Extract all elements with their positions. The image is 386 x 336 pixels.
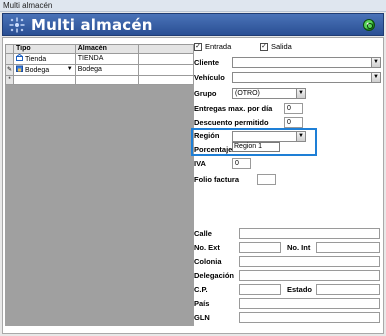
pais-label: País [194,299,210,308]
window-titlebar: Multi almacén [0,0,386,12]
power-status-icon[interactable] [363,19,375,31]
descuento-input[interactable]: 0 [284,117,303,128]
calle-label: Calle [194,229,212,238]
salida-label: Salida [271,42,292,51]
no-ext-label: No. Ext [194,243,220,252]
no-int-input[interactable] [316,242,380,253]
row-selector-editing[interactable]: ✎ [5,64,14,76]
cell-tipo[interactable]: Bodega ▼ [12,64,76,76]
vehiculo-label: Vehículo [194,73,225,82]
grupo-value: (OTRO) [235,90,260,97]
cliente-select[interactable]: ▼ [232,57,381,68]
warehouse-grid: Tipo Almacén Tienda TIENDA ✎ Bodega ▼ Bo… [5,44,194,326]
column-header-almacen[interactable]: Almacén [74,44,140,54]
chevron-down-icon[interactable]: ▼ [296,89,305,98]
chevron-down-icon[interactable]: ▼ [371,58,380,67]
table-row[interactable]: Tienda TIENDA [5,53,194,65]
gln-label: GLN [194,313,210,322]
cp-input[interactable] [239,284,281,295]
no-ext-input[interactable] [239,242,281,253]
entrada-checkbox[interactable]: ✓ [194,43,202,51]
folio-input[interactable] [257,174,276,185]
store-icon [15,54,24,64]
cell-tipo-text: Bodega [24,66,50,74]
cell-blank [138,64,194,76]
column-header-tipo[interactable]: Tipo [12,44,76,54]
window-title: Multi almacén [3,1,53,10]
folio-label: Folio factura [194,175,240,184]
iva-label: IVA [194,159,206,168]
grupo-select[interactable]: (OTRO) ▼ [232,88,306,99]
estado-input[interactable] [316,284,380,295]
vehiculo-select[interactable]: ▼ [232,72,381,83]
cell-almacen[interactable] [74,75,140,85]
calle-input[interactable] [239,228,380,239]
column-header-blank [138,44,194,54]
entrada-label: Entrada [205,42,232,51]
warehouse-table: Tipo Almacén Tienda TIENDA ✎ Bodega ▼ Bo… [5,44,194,85]
cell-tipo[interactable] [12,75,76,85]
pais-input[interactable] [239,298,380,309]
chevron-down-icon[interactable]: ▼ [371,73,380,82]
cp-label: C.P. [194,285,208,294]
table-row-new[interactable]: * [5,75,194,85]
delegacion-input[interactable] [239,270,380,281]
cell-almacen[interactable]: Bodega [74,64,140,76]
cell-almacen[interactable]: TIENDA [74,53,140,65]
entregas-input[interactable]: 0 [284,103,303,114]
grupo-label: Grupo [194,89,217,98]
cell-blank [138,75,194,85]
row-selector-header [5,44,14,54]
table-row[interactable]: ✎ Bodega ▼ Bodega [5,64,194,76]
colonia-label: Colonia [194,257,222,266]
cliente-label: Cliente [194,58,220,67]
app-header: Multi almacén [2,13,384,36]
descuento-label: Descuento permitido [194,118,269,127]
warehouse-icon [15,65,23,75]
entregas-label: Entregas max. por día [194,104,273,113]
table-header-row: Tipo Almacén [5,44,194,54]
warehouse-logo-icon [9,17,25,33]
page-title: Multi almacén [31,16,153,34]
focus-highlight [191,128,317,156]
chevron-down-icon[interactable]: ▼ [67,66,73,74]
cell-tipo[interactable]: Tienda [12,53,76,65]
no-int-label: No. Int [287,243,311,252]
estado-label: Estado [287,285,313,294]
delegacion-label: Delegación [194,271,235,280]
cell-blank [138,53,194,65]
row-selector[interactable] [5,53,14,65]
cell-tipo-text: Tienda [24,55,47,63]
salida-checkbox[interactable]: ✓ [260,43,268,51]
new-row-marker[interactable]: * [5,75,14,85]
gln-input[interactable] [239,312,380,323]
iva-input[interactable]: 0 [232,158,251,169]
colonia-input[interactable] [239,256,380,267]
